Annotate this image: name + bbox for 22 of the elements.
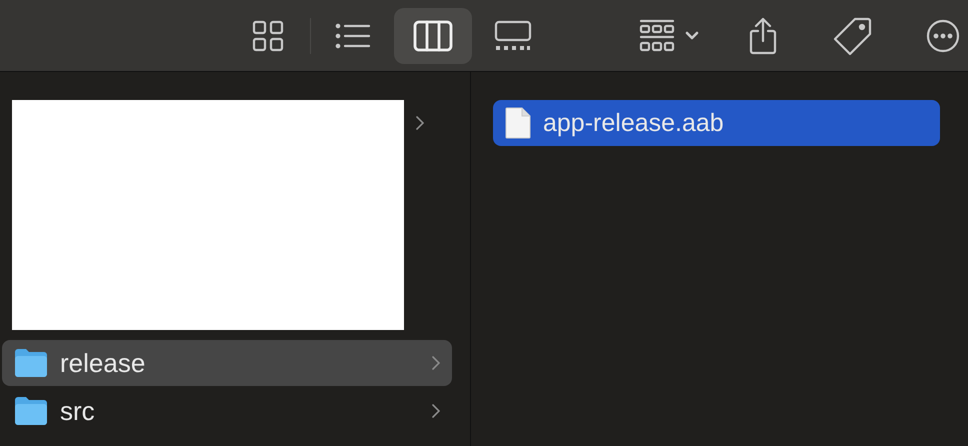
- chevron-icon: [416, 116, 424, 130]
- chevron-icon: [432, 356, 440, 370]
- folder-row[interactable]: release: [2, 340, 452, 386]
- share-icon: [748, 16, 778, 54]
- caret-icon: [684, 31, 699, 40]
- grid-icon: [252, 20, 284, 52]
- folder-row[interactable]: src: [2, 388, 452, 434]
- more-icon: [926, 18, 960, 52]
- group-icon: [638, 18, 675, 52]
- item-name: release: [60, 348, 146, 378]
- list-icon: [334, 22, 371, 50]
- folder-icon: [14, 348, 48, 378]
- chevron-icon: [432, 404, 440, 418]
- item-name: src: [60, 396, 96, 426]
- tag-icon: [832, 16, 873, 56]
- document-icon: [505, 107, 531, 139]
- view-mode-button[interactable]: [394, 8, 472, 64]
- item-name: app-release.aab: [543, 108, 725, 138]
- gallery-icon: [494, 20, 532, 52]
- columns-icon: [412, 20, 453, 52]
- folder-icon: [14, 396, 48, 426]
- file-row[interactable]: app-release.aab: [493, 100, 940, 146]
